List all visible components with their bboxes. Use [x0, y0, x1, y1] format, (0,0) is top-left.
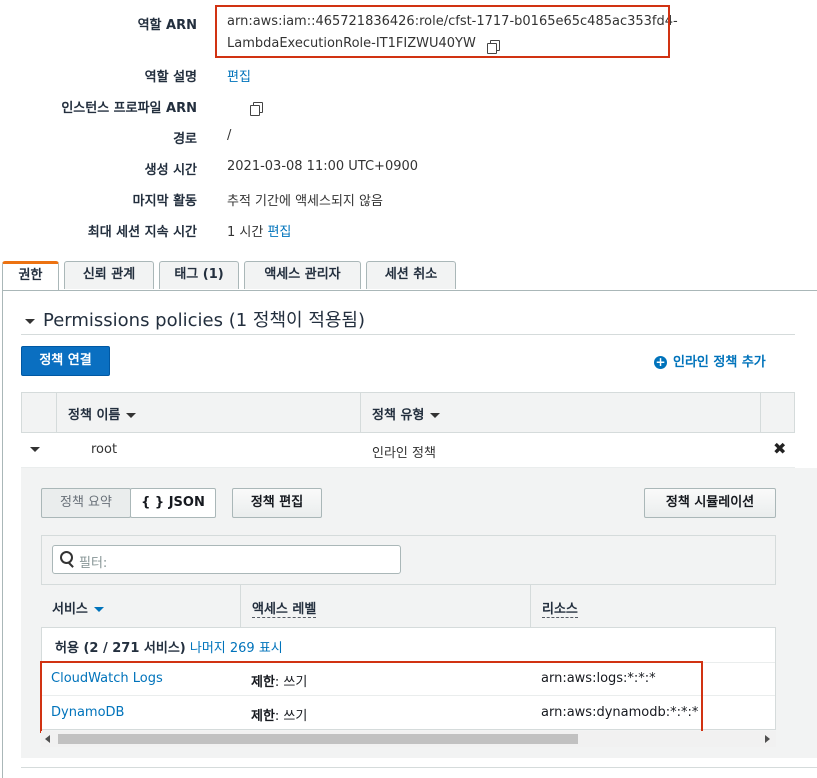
permissions-header[interactable]: Permissions policies (1 정책이 적용됨)	[21, 306, 365, 332]
col-service[interactable]: 서비스	[52, 598, 104, 617]
policy-summary-button[interactable]: 정책 요약	[41, 488, 131, 518]
highlight-box-arn	[215, 5, 670, 58]
scrollbar-thumb[interactable]	[58, 734, 578, 744]
plus-circle-icon: +	[654, 355, 667, 369]
col-divider	[360, 393, 361, 432]
tab-tags[interactable]: 태그 (1)	[159, 261, 239, 289]
tab-trust-relationships[interactable]: 신뢰 관계	[64, 261, 154, 289]
edit-policy-button[interactable]: 정책 편집	[232, 488, 322, 518]
col-divider	[760, 393, 761, 432]
scroll-right-arrow-icon[interactable]	[765, 735, 770, 743]
description-edit-link[interactable]: 편집	[227, 66, 251, 85]
col-policy-type[interactable]: 정책 유형	[372, 404, 441, 423]
json-button[interactable]: { } JSON	[130, 488, 216, 518]
filter-input[interactable]: 필터:	[52, 545, 401, 574]
sort-caret-icon	[93, 607, 104, 612]
col-policy-type-label: 정책 유형	[372, 408, 425, 423]
role-arn-label: 역할 ARN	[137, 18, 197, 33]
sort-caret-icon	[126, 413, 137, 418]
tab-revoke-sessions[interactable]: 세션 취소	[366, 261, 456, 289]
col-divider	[530, 585, 531, 628]
add-inline-label: 인라인 정책 추가	[673, 355, 766, 370]
max-session-label: 최대 세션 지속 시간	[87, 225, 197, 240]
path-value: /	[227, 128, 232, 143]
search-icon-handle	[68, 562, 74, 568]
path-label: 경로	[173, 132, 197, 147]
add-inline-policy-link[interactable]: + 인라인 정책 추가	[654, 351, 766, 370]
permissions-title: Permissions policies	[43, 310, 223, 331]
show-remaining-link[interactable]: 나머지 269 표시	[190, 641, 283, 656]
services-table-header	[41, 585, 776, 628]
policy-simulator-button[interactable]: 정책 시뮬레이션	[644, 488, 776, 518]
allow-summary: 허용 (2 / 271 서비스) 나머지 269 표시	[55, 637, 283, 656]
search-icon	[60, 551, 73, 564]
created-label: 생성 시간	[144, 163, 197, 178]
divider	[21, 334, 795, 335]
col-access-level-label: 액세스 레벨	[252, 602, 317, 618]
tab-access-advisor[interactable]: 액세스 관리자	[244, 261, 361, 289]
max-session-duration: 1 시간	[227, 225, 264, 240]
last-activity-value: 추적 기간에 액세스되지 않음	[227, 194, 383, 209]
policy-name-root: root	[91, 442, 118, 457]
copy-icon[interactable]	[250, 101, 264, 116]
col-policy-name-label: 정책 이름	[68, 408, 121, 423]
remove-x-icon[interactable]: ✖	[773, 439, 786, 458]
horizontal-scrollbar[interactable]	[41, 731, 776, 747]
expand-caret-icon[interactable]	[30, 447, 40, 452]
allow-text: 허용 (2 / 271 서비스)	[55, 641, 186, 656]
description-label: 역할 설명	[144, 70, 197, 85]
created-value: 2021-03-08 11:00 UTC+0900	[227, 159, 419, 174]
filter-placeholder: 필터:	[79, 556, 108, 571]
highlight-box-services	[40, 661, 703, 733]
col-access-level[interactable]: 액세스 레벨	[252, 598, 317, 618]
instance-profile-label: 인스턴스 프로파일 ARN	[61, 101, 197, 116]
col-resource[interactable]: 리소스	[542, 598, 578, 618]
max-session-value: 1 시간 편집	[227, 221, 291, 240]
last-activity-label: 마지막 활동	[132, 194, 197, 209]
permissions-subtitle: (1 정책이 적용됨)	[228, 310, 366, 331]
col-divider	[56, 393, 57, 432]
col-divider	[240, 585, 241, 628]
scroll-left-arrow-icon[interactable]	[45, 735, 50, 743]
divider	[21, 767, 817, 768]
col-resource-label: 리소스	[542, 602, 578, 618]
attach-policy-button[interactable]: 정책 연결	[21, 346, 110, 376]
policy-type-inline: 인라인 정책	[372, 446, 436, 461]
tab-permissions[interactable]: 권한	[2, 261, 59, 291]
col-policy-name[interactable]: 정책 이름	[68, 404, 137, 423]
collapse-caret-icon	[25, 318, 35, 324]
sort-caret-icon	[430, 413, 441, 418]
max-session-edit-link[interactable]: 편집	[267, 225, 291, 240]
col-service-label: 서비스	[52, 602, 88, 617]
